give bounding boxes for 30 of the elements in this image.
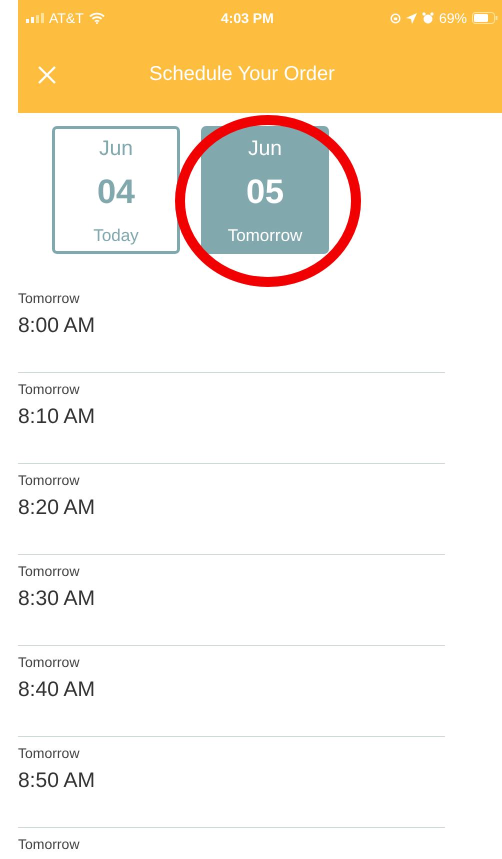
- slot-day: Tomorrow: [18, 563, 445, 579]
- slot-day: Tomorrow: [18, 654, 445, 670]
- slot-day: Tomorrow: [18, 290, 445, 306]
- wifi-icon: [88, 12, 105, 24]
- date-label: Today: [93, 226, 139, 246]
- carrier-name: AT&T: [49, 10, 84, 26]
- date-day: 04: [97, 173, 135, 212]
- battery-icon: [472, 12, 498, 24]
- slot-day: Tomorrow: [18, 836, 445, 852]
- slot-day: Tomorrow: [18, 472, 445, 488]
- signal-icon: [26, 13, 44, 23]
- slot-time[interactable]: 8:10 AM: [18, 405, 445, 429]
- slot-time[interactable]: 8:00 AM: [18, 314, 445, 338]
- date-month: Jun: [99, 137, 133, 161]
- date-day: 05: [246, 173, 284, 212]
- close-icon[interactable]: [38, 66, 56, 84]
- slot-time[interactable]: 8:40 AM: [18, 678, 445, 702]
- date-month: Jun: [248, 137, 282, 161]
- battery-percent: 69%: [438, 10, 467, 26]
- clock-time: 4:03 PM: [220, 10, 274, 26]
- slot-day: Tomorrow: [18, 745, 445, 761]
- rotation-lock-icon: [390, 12, 401, 24]
- slot-time[interactable]: 8:30 AM: [18, 587, 445, 611]
- date-label: Tomorrow: [228, 226, 302, 246]
- alarm-clock-icon: [422, 12, 434, 24]
- location-arrow-icon: [406, 12, 417, 24]
- slot-day: Tomorrow: [18, 381, 445, 397]
- slot-time[interactable]: 8:50 AM: [18, 769, 445, 793]
- screen-title: Schedule Your Order: [148, 63, 336, 86]
- slot-time[interactable]: 8:20 AM: [18, 496, 445, 520]
